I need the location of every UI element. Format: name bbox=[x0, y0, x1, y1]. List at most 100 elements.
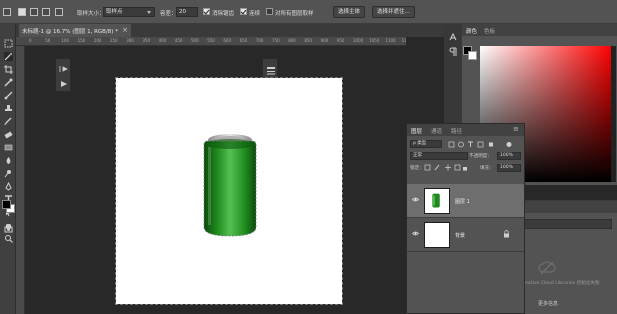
options-bar: 取样大小： 取样点 容差： 20 消除锯齿 连续 对所有图层取样 选择主体 选择… bbox=[0, 0, 617, 24]
marquee-tool-icon[interactable] bbox=[4, 39, 13, 48]
brush-tool-icon[interactable] bbox=[4, 91, 13, 100]
blur-tool-icon[interactable] bbox=[4, 156, 13, 165]
ruler-vertical[interactable] bbox=[16, 46, 25, 314]
eye-icon[interactable] bbox=[412, 197, 419, 202]
chevron-down-icon bbox=[147, 11, 151, 14]
history-brush-tool-icon[interactable] bbox=[4, 117, 13, 126]
document-tab-title: 未标题-1 @ 16.7% (图层 1, RGB/8) * bbox=[22, 29, 118, 35]
paragraph-panel-icon[interactable] bbox=[448, 47, 458, 57]
tab-paths[interactable]: 路径 bbox=[451, 127, 462, 135]
select-and-mask-button[interactable]: 选择并遮住... bbox=[372, 6, 415, 18]
character-panel-icon[interactable] bbox=[448, 32, 458, 42]
ruler-tick-label: 400 bbox=[158, 38, 167, 43]
play-icon[interactable] bbox=[59, 80, 69, 88]
stamp-tool-icon[interactable] bbox=[4, 104, 13, 113]
crop-tool-icon[interactable] bbox=[4, 65, 13, 74]
layer-thumbnail bbox=[424, 188, 450, 214]
layers-tabbar: 图层 通道 路径 ≡ bbox=[407, 124, 524, 136]
subtract-selection-icon[interactable] bbox=[42, 8, 50, 16]
select-subject-label: 选择主体 bbox=[338, 9, 361, 15]
blend-mode-select[interactable]: 正常 bbox=[410, 152, 468, 160]
antialias-checkbox[interactable] bbox=[203, 8, 210, 15]
foreground-color-swatch[interactable] bbox=[2, 200, 11, 209]
add-selection-icon[interactable] bbox=[30, 8, 38, 16]
quick-mask-icon[interactable] bbox=[4, 225, 13, 234]
ruler-tick-label: 600 bbox=[223, 38, 232, 43]
eyedropper-tool-icon[interactable] bbox=[4, 78, 13, 87]
all-layers-checkbox[interactable] bbox=[266, 8, 273, 15]
lock-icon bbox=[503, 230, 510, 238]
tolerance-input[interactable]: 20 bbox=[176, 7, 198, 17]
filter-icons[interactable] bbox=[447, 141, 519, 148]
ruler-tick-label: 450 bbox=[174, 38, 183, 43]
libraries-search[interactable] bbox=[524, 219, 612, 229]
panel-menu-icon[interactable]: ≡ bbox=[513, 125, 519, 133]
ruler-horizontal[interactable]: 0 50 100 150 200 250 300 350 400 450 500 550 600 650 7… bbox=[16, 37, 406, 46]
tab-channels[interactable]: 通道 bbox=[431, 127, 442, 135]
antialias-label: 消除锯齿 bbox=[212, 11, 235, 17]
ruler-tick-label: 700 bbox=[255, 38, 264, 43]
opacity-label: 不透明度： bbox=[469, 154, 492, 159]
ruler-tick-label: 50 bbox=[45, 38, 51, 43]
eraser-tool-icon[interactable] bbox=[4, 130, 13, 139]
ruler-tick-label: 1150 bbox=[401, 38, 406, 43]
tool-preset-icon[interactable] bbox=[3, 8, 11, 16]
opacity-input[interactable]: 100% bbox=[497, 152, 521, 160]
layer-name: 图层 1 bbox=[455, 199, 470, 205]
background-swatch[interactable] bbox=[468, 51, 477, 60]
select-subject-button[interactable]: 选择主体 bbox=[333, 6, 366, 18]
libraries-panel: Creative Cloud Libraries 初始化失败 更多信息 bbox=[518, 200, 617, 314]
document-tab[interactable]: 未标题-1 @ 16.7% (图层 1, RGB/8) * × bbox=[19, 24, 131, 37]
opacity-value: 100% bbox=[500, 153, 513, 158]
ruler-tick-label: 950 bbox=[336, 38, 345, 43]
magic-wand-tool-icon[interactable] bbox=[4, 52, 13, 61]
sample-size-select[interactable]: 取样点 bbox=[103, 7, 155, 17]
ruler-tick-label: 550 bbox=[207, 38, 215, 43]
sample-size-label: 取样大小： bbox=[77, 11, 105, 17]
history-icon[interactable] bbox=[59, 65, 69, 73]
hue-slider[interactable] bbox=[611, 46, 616, 182]
intersect-selection-icon[interactable] bbox=[55, 8, 63, 16]
green-can-image bbox=[203, 134, 257, 237]
ruler-tick-label: 650 bbox=[239, 38, 248, 43]
fill-input[interactable]: 100% bbox=[497, 164, 521, 172]
layer-filter-select[interactable]: ρ 类型 bbox=[410, 140, 442, 148]
ruler-tick-label: 850 bbox=[304, 38, 313, 43]
layer-filter-value: ρ 类型 bbox=[413, 141, 427, 146]
color-panel-tabbar: 颜色 色板 bbox=[462, 24, 617, 36]
tolerance-label: 容差： bbox=[160, 11, 177, 17]
layer-row[interactable]: 图层 1 bbox=[407, 184, 524, 218]
properties-icon[interactable] bbox=[266, 66, 276, 76]
contiguous-checkbox[interactable] bbox=[240, 8, 247, 15]
creative-cloud-icon bbox=[538, 259, 556, 277]
fill-label: 填充： bbox=[480, 166, 494, 171]
libraries-error-message: Creative Cloud Libraries 初始化失败 bbox=[520, 281, 600, 286]
new-selection-icon[interactable] bbox=[18, 8, 26, 16]
tab-layers[interactable]: 图层 bbox=[411, 127, 422, 135]
tolerance-value: 20 bbox=[179, 9, 186, 15]
close-icon[interactable]: × bbox=[122, 26, 128, 34]
tab-swatches[interactable]: 色板 bbox=[484, 27, 495, 35]
ruler-tick-label: 750 bbox=[272, 38, 280, 43]
ruler-tick-label: 800 bbox=[288, 38, 296, 43]
all-layers-label: 对所有图层取样 bbox=[275, 11, 314, 17]
layer-name: 背景 bbox=[455, 233, 466, 239]
layer-row[interactable]: 背景 bbox=[407, 218, 524, 252]
tab-color[interactable]: 颜色 bbox=[466, 27, 477, 35]
ruler-tick-label: 350 bbox=[142, 38, 151, 43]
dodge-tool-icon[interactable] bbox=[4, 169, 13, 178]
ruler-tick-label: 500 bbox=[191, 38, 199, 43]
libraries-tabbar bbox=[518, 201, 617, 213]
contiguous-label: 连续 bbox=[249, 11, 261, 17]
lock-icons[interactable] bbox=[424, 164, 468, 171]
pen-tool-icon[interactable] bbox=[4, 182, 13, 191]
eye-icon[interactable] bbox=[412, 231, 419, 236]
sample-size-value: 取样点 bbox=[106, 9, 123, 15]
ruler-tick-label: 1050 bbox=[369, 38, 380, 43]
select-and-mask-label: 选择并遮住... bbox=[377, 9, 410, 15]
zoom-tool-icon[interactable] bbox=[4, 234, 13, 243]
layers-panel: 图层 通道 路径 ≡ ρ 类型 正常 不透明度： 100% 锁定： 填充： 10… bbox=[406, 123, 525, 314]
gradient-tool-icon[interactable] bbox=[4, 143, 13, 152]
document-canvas[interactable] bbox=[115, 77, 343, 305]
more-info-link[interactable]: 更多信息 bbox=[538, 300, 558, 307]
